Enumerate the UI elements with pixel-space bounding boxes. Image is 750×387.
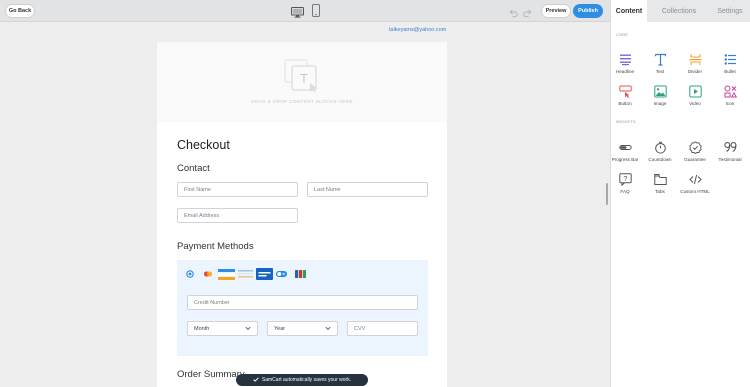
drop-zone-text: DRAG & DROP CONTENT BLOCKS HERE	[251, 99, 353, 104]
widgets-section-label: WIDGETS	[616, 120, 636, 124]
block-label: FAQ	[620, 189, 630, 194]
block-label: Custom HTML	[680, 189, 710, 194]
order-summary-heading: Order Summary	[177, 369, 245, 380]
tab-collections[interactable]: Collections	[657, 0, 701, 22]
check-icon	[253, 376, 259, 384]
widget-guarantee[interactable]: Guarantee	[678, 141, 712, 169]
year-select-value: Year	[274, 325, 286, 332]
image-icon	[653, 85, 667, 98]
block-image[interactable]: Image	[643, 85, 677, 113]
widget-custom-html[interactable]: Custom HTML	[678, 173, 712, 201]
block-text[interactable]: Text	[643, 53, 677, 81]
year-select[interactable]: Year	[267, 321, 338, 336]
jcb-icon[interactable]	[294, 268, 306, 280]
svg-text:?: ?	[623, 176, 627, 183]
svg-text:T: T	[300, 71, 308, 86]
preview-button[interactable]: Preview	[541, 4, 571, 18]
block-label: Icon	[725, 101, 735, 106]
right-panel: Content Collections Settings CORE Headli…	[610, 0, 750, 387]
block-label: Divider	[687, 69, 703, 74]
guarantee-icon	[688, 141, 702, 154]
toggle-pay-icon[interactable]	[275, 268, 287, 280]
mobile-icon[interactable]	[312, 4, 320, 22]
block-button[interactable]: Button	[608, 85, 642, 113]
progress-bar-icon	[618, 141, 632, 154]
checkout-title: Checkout	[177, 138, 230, 152]
month-select[interactable]: Month	[187, 321, 258, 336]
widget-tabs[interactable]: Tabs	[643, 173, 677, 201]
faq-icon: ?	[618, 173, 632, 186]
custom-html-icon	[688, 173, 702, 186]
email-address-field[interactable]: Email Address	[177, 208, 298, 223]
headline-icon	[619, 53, 632, 66]
chevron-down-icon	[245, 326, 251, 333]
tabs-icon	[653, 173, 667, 186]
testimonial-icon	[723, 141, 737, 154]
contact-heading: Contact	[177, 163, 210, 174]
block-label: Button	[618, 101, 632, 106]
undo-icon[interactable]	[509, 5, 518, 23]
card-light-icon[interactable]	[237, 268, 253, 280]
block-divider[interactable]: Divider	[678, 53, 712, 81]
core-section-label: CORE	[616, 33, 629, 37]
block-label: Text	[655, 69, 665, 74]
credit-number-field[interactable]: Credit Number	[187, 295, 418, 310]
block-label: Headline	[615, 69, 635, 74]
last-name-field[interactable]: Last Name	[307, 182, 428, 197]
block-icon[interactable]: Icon	[713, 85, 747, 113]
account-email[interactable]: talkeyams@yahoo.com	[389, 27, 446, 33]
divider-icon	[689, 53, 702, 66]
redo-icon[interactable]	[523, 5, 532, 23]
button-icon	[618, 85, 632, 98]
block-label: Guarantee	[684, 157, 706, 162]
block-bullet[interactable]: Bullet	[713, 53, 747, 81]
countdown-icon	[654, 141, 667, 154]
card-blue-icon[interactable]	[255, 268, 273, 280]
month-select-value: Month	[194, 325, 210, 332]
top-toolbar: Go Back Preview Publish	[0, 0, 610, 22]
block-label: Countdown	[648, 157, 672, 162]
icon-icon	[724, 85, 737, 98]
publish-button[interactable]: Publish	[573, 4, 603, 18]
block-video[interactable]: Video	[678, 85, 712, 113]
payment-methods-heading: Payment Methods	[177, 241, 254, 252]
block-headline[interactable]: Headline	[608, 53, 642, 81]
go-back-button[interactable]: Go Back	[5, 4, 35, 18]
video-icon	[688, 85, 702, 98]
block-label: Testimonial	[718, 157, 742, 162]
widget-progress-bar[interactable]: Progress Bar	[608, 141, 642, 169]
radio-selected-icon[interactable]	[186, 268, 194, 280]
panel-tabs: Content Collections Settings	[611, 0, 750, 22]
block-label: Tabs	[655, 189, 665, 194]
chevron-down-icon	[325, 326, 331, 333]
autosave-toast: SamCart automatically saves your work.	[236, 374, 368, 386]
widget-countdown[interactable]: Countdown	[643, 141, 677, 169]
autosave-toast-text: SamCart automatically saves your work.	[261, 377, 352, 383]
first-name-field[interactable]: First Name	[177, 182, 298, 197]
desktop-icon[interactable]	[291, 5, 304, 23]
cvv-field[interactable]: CVV	[347, 321, 418, 336]
widget-testimonial[interactable]: Testimonial	[713, 141, 747, 169]
payment-methods-box: Credit Number Month Year CVV	[177, 260, 428, 356]
block-label: Video	[689, 101, 701, 106]
text-icon	[654, 53, 667, 66]
drop-zone[interactable]: T DRAG & DROP CONTENT BLOCKS HERE	[157, 42, 447, 122]
mastercard-icon[interactable]	[202, 268, 214, 280]
widget-faq[interactable]: ? FAQ	[608, 173, 642, 201]
bullet-icon	[724, 53, 737, 66]
block-label: Image	[653, 101, 667, 106]
block-label: Bullet	[724, 69, 736, 74]
tab-content[interactable]: Content	[611, 0, 647, 22]
checkout-page-canvas: T DRAG & DROP CONTENT BLOCKS HERE Checko…	[157, 42, 447, 387]
drag-drop-icon: T	[284, 57, 320, 98]
tab-settings[interactable]: Settings	[711, 0, 749, 22]
card-orange-icon[interactable]	[217, 268, 235, 280]
block-label: Progress Bar	[611, 157, 639, 162]
